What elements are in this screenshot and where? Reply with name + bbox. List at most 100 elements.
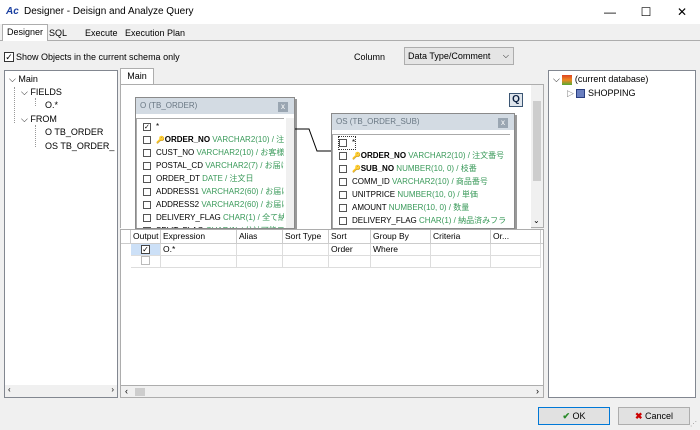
tree-current-database[interactable]: ⌵ (current database) <box>553 74 648 85</box>
close-window-button[interactable]: ✕ <box>664 0 700 24</box>
column-name: ORDER_NO <box>360 151 407 160</box>
diagram-canvas[interactable]: Q O (TB_ORDER) x ✓ * 🔑ORDER_NO VARCHAR2(10… <box>120 84 544 229</box>
canvas-scrollbar[interactable]: ⌄ <box>531 85 543 227</box>
column-checkbox[interactable] <box>143 135 151 144</box>
tab-execute[interactable]: Execute <box>80 25 123 41</box>
tab-designer[interactable]: Designer <box>2 24 49 41</box>
grid-cell-expression[interactable]: O.* <box>161 244 237 256</box>
grid-cell-sort-type[interactable] <box>283 256 329 268</box>
tree-fields[interactable]: ⌵ FIELDS <box>21 87 62 98</box>
scrollbar-thumb[interactable] <box>533 101 541 181</box>
table-column-row[interactable]: UNITPRICE NUMBER(10, 0) / 単価 <box>339 189 478 201</box>
grid-column-header[interactable]: Sort Type <box>283 230 329 244</box>
output-checkbox[interactable] <box>141 256 150 265</box>
column-checkbox[interactable] <box>339 203 347 212</box>
tree-from-item[interactable]: O TB_ORDER <box>45 127 103 137</box>
column-checkbox[interactable] <box>339 177 347 186</box>
table-column-row[interactable]: POSTAL_CD VARCHAR2(7) / お届け <box>143 160 284 172</box>
grid-body: ✓ O.* Where <box>121 244 543 274</box>
column-checkbox[interactable] <box>143 200 151 209</box>
column-select-value: Data Type/Comment <box>408 51 491 61</box>
grid-cell-or[interactable] <box>491 256 541 268</box>
horizontal-scrollbar[interactable]: ‹ › <box>5 385 117 397</box>
grid-cell-alias[interactable] <box>237 244 283 256</box>
column-checkbox[interactable] <box>339 190 347 199</box>
table-tb-order-sub[interactable]: OS (TB_ORDER_SUB) x * 🔑ORDER_NO VARCHAR2(… <box>331 113 515 229</box>
table-header[interactable]: OS (TB_ORDER_SUB) <box>332 114 514 130</box>
tab-sql[interactable]: SQL <box>44 25 72 41</box>
table-column-row[interactable]: AMOUNT NUMBER(10, 0) / 数量 <box>339 202 469 214</box>
grid-row[interactable]: ✓ O.* Where <box>121 244 543 256</box>
table-column-row[interactable]: DELIVERY_FLAG CHAR(1) / 全て納品 <box>143 212 284 224</box>
grid-cell-sort-order[interactable] <box>329 256 371 268</box>
minimize-button[interactable]: — <box>592 0 628 24</box>
zoom-button[interactable]: Q <box>509 93 523 107</box>
tree-from[interactable]: ⌵ FROM <box>21 114 57 125</box>
chevron-right-icon: ▷ <box>567 88 577 98</box>
grid-cell-or[interactable] <box>491 244 541 256</box>
grid-cell-criteria[interactable] <box>431 256 491 268</box>
grid-cell-criteria[interactable] <box>431 244 491 256</box>
maximize-button[interactable]: ☐ <box>628 0 664 24</box>
tree-main[interactable]: ⌵ Main <box>9 74 38 85</box>
grid-column-header[interactable]: Or... <box>491 230 541 244</box>
scrollbar-thumb[interactable] <box>135 388 145 396</box>
grid-column-header[interactable]: Group By <box>371 230 431 244</box>
table-column-row[interactable]: ORDER_DT DATE / 注文日 <box>143 173 254 185</box>
close-table-button[interactable]: x <box>278 102 288 112</box>
tree-shopping[interactable]: ▷ SHOPPING <box>567 88 635 99</box>
table-column-row[interactable]: 🔑SUB_NO NUMBER(10, 0) / 枝番 <box>339 163 477 175</box>
vertical-scrollbar[interactable] <box>286 118 294 228</box>
grid-row[interactable] <box>121 256 543 268</box>
table-column-row[interactable]: ADDRESS1 VARCHAR2(60) / お届け <box>143 186 284 198</box>
table-tb-order[interactable]: O (TB_ORDER) x ✓ * 🔑ORDER_NO VARCHAR2(10) … <box>135 97 295 229</box>
column-checkbox[interactable] <box>339 216 347 225</box>
tab-main[interactable]: Main <box>120 68 154 84</box>
output-checkbox-cell[interactable]: ✓ <box>131 244 161 256</box>
grid-cell-alias[interactable] <box>237 256 283 268</box>
column-checkbox[interactable] <box>339 164 347 173</box>
column-checkbox[interactable] <box>143 161 151 170</box>
table-column-row[interactable]: 🔑ORDER_NO VARCHAR2(10) / 注文番号 <box>339 150 504 162</box>
cancel-button[interactable]: ✖ Cancel <box>618 407 690 425</box>
output-checkbox[interactable]: ✓ <box>141 245 150 254</box>
grid-column-header[interactable]: Expression <box>161 230 237 244</box>
table-column-row[interactable]: 🔑ORDER_NO VARCHAR2(10) / 注文 <box>143 134 284 146</box>
column-checkbox[interactable] <box>339 151 347 160</box>
grid-cell-group-by[interactable]: Where <box>371 244 431 256</box>
grid-horizontal-scrollbar[interactable]: ‹ › <box>120 385 544 398</box>
tab-execution-plan[interactable]: Execution Plan <box>120 25 190 41</box>
tree-from-item[interactable]: OS TB_ORDER_ <box>45 141 114 151</box>
query-grid: Output Expression Alias Sort Type Sort Order… <box>120 229 544 398</box>
table-column-row[interactable]: ADDRESS2 VARCHAR2(60) / お届け <box>143 199 284 211</box>
table-column-row[interactable]: ✓ * <box>143 121 159 133</box>
grid-cell-expression[interactable] <box>161 256 237 268</box>
column-checkbox[interactable] <box>339 138 347 147</box>
grid-column-header[interactable]: Sort Order <box>329 230 371 254</box>
tree-field-item[interactable]: O.* <box>45 100 58 110</box>
table-column-row[interactable]: COMM_ID VARCHAR2(10) / 商品番号 <box>339 176 488 188</box>
table-column-row[interactable]: CUST_NO VARCHAR2(10) / お客様 <box>143 147 284 159</box>
column-checkbox[interactable] <box>143 213 151 222</box>
column-checkbox[interactable]: ✓ <box>143 122 151 131</box>
grid-column-header[interactable]: Alias <box>237 230 283 244</box>
ok-button[interactable]: ✔ OK <box>538 407 610 425</box>
resize-grip-icon[interactable]: ⋰ <box>690 420 697 428</box>
grid-column-header[interactable]: Output <box>131 230 161 244</box>
grid-cell-sort-type[interactable] <box>283 244 329 256</box>
close-table-button[interactable]: x <box>498 118 508 128</box>
table-column-row[interactable]: * <box>337 136 357 150</box>
grid-cell-group-by[interactable] <box>371 256 431 268</box>
app-icon: Ac <box>6 6 19 17</box>
show-objects-checkbox[interactable]: ✓ <box>4 52 14 62</box>
table-columns-list: * 🔑ORDER_NO VARCHAR2(10) / 注文番号 🔑SUB_NO NU… <box>332 134 510 228</box>
column-checkbox[interactable] <box>143 148 151 157</box>
grid-column-header[interactable]: Criteria <box>431 230 491 244</box>
column-checkbox[interactable] <box>143 174 151 183</box>
output-checkbox-cell[interactable] <box>131 256 161 268</box>
table-column-row[interactable]: DELIVERY_FLAG CHAR(1) / 納品済みフラ <box>339 215 506 227</box>
column-checkbox[interactable] <box>143 187 151 196</box>
grid-cell-sort-order[interactable] <box>329 244 371 256</box>
table-header[interactable]: O (TB_ORDER) <box>136 98 294 114</box>
column-select[interactable]: Data Type/Comment ⌵ <box>404 47 514 65</box>
